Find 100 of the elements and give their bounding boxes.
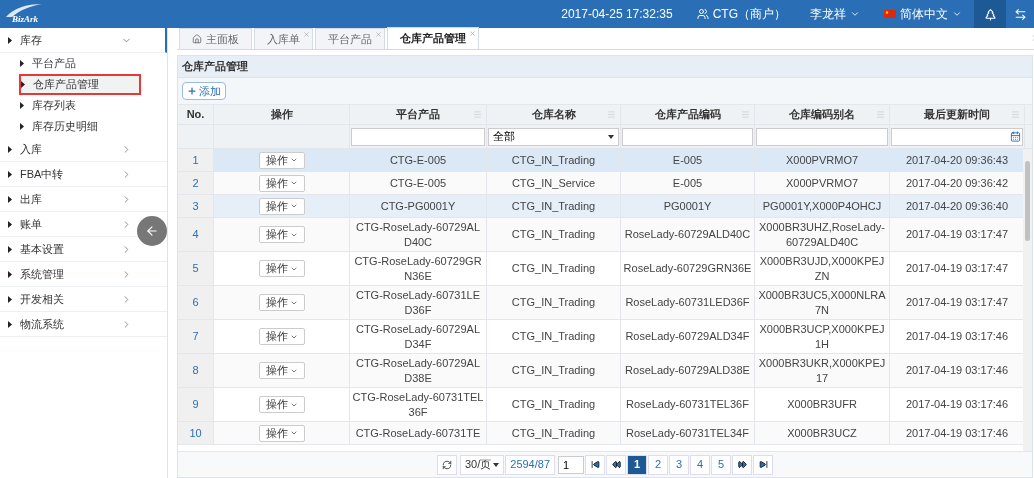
table-cell: CTG_IN_Service <box>487 172 621 194</box>
tab[interactable]: 入库单 <box>254 28 313 49</box>
menu-group[interactable]: 出库 <box>0 187 136 211</box>
table-cell: RoseLady-60729ALD40C <box>621 218 755 251</box>
filter-field[interactable] <box>351 127 485 146</box>
page-button[interactable]: 4 <box>690 454 711 475</box>
table-cell: X000BR3UCZ <box>755 422 890 444</box>
action-dropdown[interactable]: 操作 <box>258 260 305 277</box>
column-header[interactable]: 最后更新时间 <box>890 105 1025 124</box>
table-row[interactable]: 9 操作 CTG-RoseLady-60731TEL36F CTG_IN_Trading RoseLady-60731TEL36F X000BR3UFR 2017-04-19 03:17:46 <box>178 388 1023 422</box>
close-icon[interactable] <box>375 31 382 38</box>
menu-group[interactable]: 系统管理 <box>0 262 136 286</box>
table-row[interactable]: 10 操作 CTG-RoseLady-60731TE CTG_IN_Trading RoseLady-60731TEL34F X000BR3UCZ 2017-04-19 03:17:46 <box>178 422 1023 445</box>
previous-page-icon <box>611 460 621 469</box>
menu-label: 入库 <box>20 141 43 157</box>
table-cell: CTG_IN_Trading <box>487 388 621 421</box>
submenu-item[interactable]: 仓库产品管理 <box>19 74 141 95</box>
page-button[interactable]: 1 <box>627 454 648 475</box>
tree-button[interactable] <box>974 0 1006 28</box>
table-cell: X000BR3UHZ,RoseLady-60729ALD40C <box>755 218 890 251</box>
scrollbar[interactable] <box>1023 149 1032 451</box>
menu-group[interactable]: 基本设置 <box>0 237 136 261</box>
add-button[interactable]: 添加 <box>182 82 226 100</box>
next-page-icon <box>737 460 747 469</box>
menu-label: 库存 <box>20 32 43 48</box>
action-dropdown[interactable]: 操作 <box>258 424 305 442</box>
action-dropdown[interactable]: 操作 <box>258 174 305 192</box>
table-row[interactable]: 1 操作 CTG-E-005 CTG_IN_Trading E-005 X000PVRMO7 2017-04-20 09:36:43 <box>178 149 1023 172</box>
submenu-item[interactable]: 库存列表 <box>0 95 167 116</box>
table-row[interactable]: 2 操作 CTG-E-005 CTG_IN_Service E-005 X000PVRMO7 2017-04-20 09:36:42 <box>178 172 1023 195</box>
tab[interactable]: 主面板 <box>179 28 252 49</box>
date-filter-field[interactable] <box>891 127 1023 146</box>
table-cell: PG0001Y,X000P4OHCJ <box>755 195 890 217</box>
menu-group[interactable]: FBA中转 <box>0 162 136 186</box>
action-dropdown[interactable]: 操作 <box>258 151 305 169</box>
calendar-icon <box>1010 131 1021 142</box>
table-cell: CTG-RoseLady-60729ALD34F <box>350 320 487 353</box>
chevron-down-icon <box>289 179 298 187</box>
close-icon[interactable] <box>469 30 476 37</box>
column-menu-icon[interactable] <box>473 110 482 119</box>
column-header[interactable]: 仓库名称 <box>487 105 621 124</box>
user-menu[interactable]: 李龙祥 <box>810 5 860 23</box>
filter-field[interactable] <box>622 127 753 146</box>
table-cell: X000BR3UFR <box>755 388 890 421</box>
close-icon[interactable] <box>303 31 310 38</box>
table-row[interactable]: 3 操作 CTG-PG0001Y CTG_IN_Trading PG0001Y PG0001Y,X000P4OHCJ 2017-04-20 09:36:40 <box>178 195 1023 218</box>
panel-title: 仓库产品管理 <box>178 56 1032 78</box>
page-size-select[interactable]: 30/页 <box>459 454 505 475</box>
table-cell: RoseLady-60729ALD34F <box>621 320 755 353</box>
page-input[interactable]: 1 <box>558 455 585 474</box>
column-header[interactable]: 仓库编码别名 <box>755 105 890 124</box>
table-cell: CTG_IN_Trading <box>487 422 621 444</box>
submenu-item[interactable]: 平台产品 <box>0 53 167 74</box>
column-header[interactable]: 仓库产品编码 <box>621 105 755 124</box>
tree-icon <box>983 7 997 21</box>
column-header[interactable]: 平台产品 <box>350 105 487 124</box>
page-button[interactable]: 5 <box>711 454 732 475</box>
tab[interactable]: 仓库产品管理 <box>387 27 479 49</box>
column-menu-icon[interactable] <box>741 110 750 119</box>
menu-group[interactable]: 物流系统 <box>0 312 136 336</box>
action-dropdown[interactable]: 操作 <box>258 226 305 243</box>
table-cell: RoseLady-60729GRN36E <box>621 252 755 285</box>
filter-field[interactable] <box>756 127 888 146</box>
menu-group[interactable]: 库存 <box>0 28 136 52</box>
language-menu[interactable]: 简体中文 <box>884 5 962 23</box>
menu-group[interactable]: 入库 <box>0 137 136 161</box>
merchant-label[interactable]: CTG（商户） <box>696 5 786 23</box>
menu-label: 物流系统 <box>20 316 65 332</box>
table-cell: X000BR3UCP,X000KPEJ1H <box>755 320 890 353</box>
users-icon <box>696 8 709 20</box>
first-page-button[interactable] <box>585 454 606 475</box>
column-menu-icon[interactable] <box>1011 110 1020 119</box>
column-menu-icon[interactable] <box>607 110 616 119</box>
submenu-item[interactable]: 库存历史明细 <box>0 116 167 137</box>
row-number: 10 <box>178 422 214 444</box>
table-cell: E-005 <box>621 172 755 194</box>
table-cell: X000BR3UKR,X000KPEJ17 <box>755 354 890 387</box>
refresh-button[interactable] <box>436 454 457 475</box>
action-dropdown[interactable]: 操作 <box>258 294 305 311</box>
previous-page-button[interactable] <box>606 454 627 475</box>
page-button[interactable]: 2 <box>648 454 669 475</box>
caret-icon <box>8 295 12 303</box>
caret-icon <box>8 195 12 203</box>
logo[interactable]: BizArk <box>0 0 80 28</box>
column-menu-icon[interactable] <box>876 110 885 119</box>
next-page-button[interactable] <box>732 454 753 475</box>
tab[interactable]: 平台产品 <box>315 28 385 49</box>
action-dropdown[interactable]: 操作 <box>258 197 305 215</box>
menu-group[interactable]: 开发相关 <box>0 287 136 311</box>
menu-group[interactable]: 账单 <box>0 212 136 236</box>
warehouse-select[interactable]: 全部 <box>488 127 619 146</box>
column-header[interactable]: 操作 <box>214 105 350 124</box>
action-dropdown[interactable]: 操作 <box>258 328 305 345</box>
page-button[interactable]: 3 <box>669 454 690 475</box>
column-header[interactable]: No. <box>178 105 214 124</box>
action-dropdown[interactable]: 操作 <box>258 362 305 379</box>
row-number: 4 <box>178 218 214 251</box>
last-page-button[interactable] <box>753 454 774 475</box>
action-dropdown[interactable]: 操作 <box>258 396 305 413</box>
record-count: 2594/87 <box>505 454 556 475</box>
